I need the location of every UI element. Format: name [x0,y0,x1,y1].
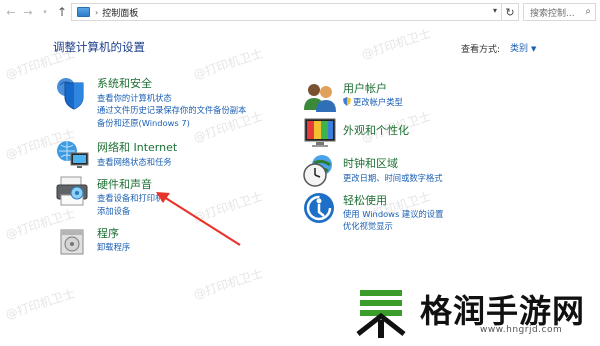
view-by-value: 类别 [510,44,529,54]
back-arrow-icon[interactable]: ← [4,5,18,19]
recent-locations-icon[interactable]: ▾ [38,5,52,19]
ease-of-access-icon[interactable] [302,190,338,226]
link-view-network-status[interactable]: 查看网络状态和任务 [97,156,172,168]
link-view-computer-status[interactable]: 查看你的计算机状态 [97,92,172,104]
refresh-icon[interactable]: ↻ [502,3,519,21]
system-security-shield-icon[interactable] [55,75,91,111]
link-change-account-type[interactable]: 更改帐户类型 [343,96,403,108]
site-logo-icon [354,284,408,340]
view-by-label: 查看方式: [461,45,501,55]
page-title: 调整计算机的设置 [53,40,145,54]
network-globe-icon[interactable] [55,137,91,173]
user-accounts-icon[interactable] [302,80,338,116]
uac-shield-icon [343,97,351,106]
watermark: @打印机卫士 [191,266,265,302]
search-input[interactable]: 搜索控制... ⌕ [523,3,596,21]
link-optimize-visual-display[interactable]: 优化视觉显示 [343,220,393,232]
breadcrumb-separator: › [95,7,99,17]
chevron-down-icon: ▼ [531,45,537,53]
category-title-ease-of-access[interactable]: 轻松使用 [343,192,387,208]
category-title-clock-region[interactable]: 时钟和区域 [343,155,398,171]
address-box[interactable]: › 控制面板 ▾ [71,3,502,21]
forward-arrow-icon[interactable]: → [21,5,35,19]
programs-disc-icon[interactable] [58,222,94,258]
clock-region-icon[interactable] [302,153,338,189]
link-backup-restore[interactable]: 备份和还原(Windows 7) [97,117,190,129]
link-use-recommended-settings[interactable]: 使用 Windows 建议的设置 [343,208,443,220]
category-title-appearance[interactable]: 外观和个性化 [343,122,409,138]
search-icon[interactable]: ⌕ [585,6,591,17]
red-annotation-arrow [156,192,241,246]
link-uninstall-program[interactable]: 卸载程序 [97,241,130,253]
appearance-monitor-icon[interactable] [302,115,338,151]
link-add-device[interactable]: 添加设备 [97,205,130,217]
link-change-date-time-format[interactable]: 更改日期、时间或数字格式 [343,172,443,184]
breadcrumb[interactable]: 控制面板 [102,6,138,19]
address-bar-row: ← → ▾ ↑ › 控制面板 ▾ ↻ 搜索控制... ⌕ [0,0,600,24]
printer-icon[interactable] [55,173,91,209]
watermark: @打印机卫士 [359,26,433,62]
category-title-programs[interactable]: 程序 [97,225,119,241]
search-placeholder: 搜索控制... [530,8,575,19]
link-file-history-backup[interactable]: 通过文件历史记录保存你的文件备份副本 [97,104,246,116]
view-by-select[interactable]: 类别 ▼ [510,41,536,54]
watermark: @打印机卫士 [3,286,77,322]
category-title-hardware-sound[interactable]: 硬件和声音 [97,176,152,192]
chevron-down-icon[interactable]: ▾ [493,6,497,15]
category-title-network-internet[interactable]: 网络和 Internet [97,139,177,155]
control-panel-icon [77,7,90,17]
category-title-system-security[interactable]: 系统和安全 [97,75,152,91]
site-logo-url: www.hngrjd.com [480,325,563,335]
watermark: @打印机卫士 [191,46,265,82]
link-change-account-type-label: 更改帐户类型 [353,97,403,107]
category-title-user-accounts[interactable]: 用户帐户 [343,80,387,96]
up-arrow-icon[interactable]: ↑ [55,5,69,19]
